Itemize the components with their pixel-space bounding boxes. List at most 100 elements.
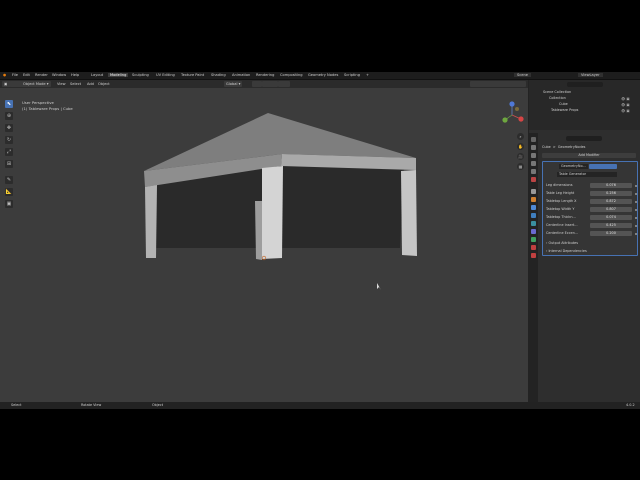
param-label-3: Tabletop Width Y: [546, 207, 575, 211]
param-field-3[interactable]: 0.807: [590, 207, 632, 212]
outliner-collection[interactable]: Collection: [549, 96, 566, 101]
param-field-0[interactable]: 0.076: [590, 183, 632, 188]
properties-editor: Cube > GeometryNodes Add Modifier Geomet…: [540, 133, 638, 402]
mode-label: Object Mode: [23, 82, 46, 86]
modifier-name[interactable]: GeometryNo...: [559, 164, 588, 169]
view-layer-tab-icon[interactable]: [531, 161, 536, 166]
node-group-name: Table Generator: [559, 172, 587, 176]
tab-shading[interactable]: Shading: [211, 73, 226, 77]
param-label-5: Centerline Insert...: [546, 223, 578, 227]
tab-animation[interactable]: Animation: [232, 73, 250, 77]
outliner-cube[interactable]: Cube: [559, 102, 568, 107]
tab-uv-editing[interactable]: UV Editing: [156, 73, 175, 77]
data-tab-icon[interactable]: [531, 237, 536, 242]
proportional-edit-button[interactable]: [278, 81, 290, 87]
leg-front-left: [145, 185, 157, 258]
3d-viewport[interactable]: User Perspective (1) Tableware Props | C…: [0, 88, 528, 402]
param-field-6[interactable]: 0.200: [590, 231, 632, 236]
param-field-1[interactable]: 0.256: [590, 191, 632, 196]
tab-modeling[interactable]: Modeling: [108, 73, 129, 77]
param-keyframe-4[interactable]: [635, 216, 637, 219]
render-tab-icon[interactable]: [531, 145, 536, 150]
leg-right: [401, 170, 417, 256]
param-keyframe-1[interactable]: [635, 192, 637, 195]
leg-front-center: [262, 166, 283, 259]
scene-selector[interactable]: Scene: [514, 73, 531, 77]
outliner[interactable]: Scene Collection Collection Cube Tablewa…: [529, 80, 640, 130]
top-bar: ● File Edit Render Window Help Layout Mo…: [0, 72, 640, 80]
param-field-5[interactable]: 0.425: [590, 223, 632, 228]
table-model[interactable]: [0, 88, 528, 402]
status-rotate-view: Rotate View: [81, 403, 102, 407]
scene-tab-icon[interactable]: [531, 169, 536, 174]
menu-object[interactable]: Object: [98, 81, 110, 87]
param-field-4[interactable]: 0.074: [590, 215, 632, 220]
node-group-selector[interactable]: Table Generator: [557, 172, 617, 177]
blender-logo-icon[interactable]: ●: [3, 73, 6, 77]
param-label-0: Leg dimensions: [546, 183, 573, 187]
menu-render[interactable]: Render: [35, 73, 48, 77]
orientation-label: Global: [226, 82, 238, 86]
tab-compositing[interactable]: Compositing: [280, 73, 303, 77]
right-panels: Scene Collection Collection Cube Tablewa…: [529, 80, 640, 402]
tab-rendering[interactable]: Rendering: [256, 73, 274, 77]
eye-icon[interactable]: 👁 ▣ 👁 ▣ 👁 ▣: [621, 96, 635, 114]
param-field-2[interactable]: 0.872: [590, 199, 632, 204]
section-output-attributes[interactable]: › Output Attributes: [546, 241, 578, 246]
view-layer-selector[interactable]: ViewLayer: [578, 73, 603, 77]
breadcrumb: Cube > GeometryNodes: [542, 145, 586, 149]
constraints-tab-icon[interactable]: [531, 229, 536, 234]
object-tab-icon[interactable]: [531, 197, 536, 202]
param-keyframe-3[interactable]: [635, 208, 637, 211]
menu-help[interactable]: Help: [71, 73, 79, 77]
tab-layout[interactable]: Layout: [91, 73, 103, 77]
param-label-6: Centerline Eccen...: [546, 231, 578, 235]
modifier-toggle-icons[interactable]: [589, 164, 617, 169]
menu-view[interactable]: View: [57, 81, 66, 87]
outliner-tableware-props[interactable]: Tableware Props: [551, 108, 578, 113]
texture-tab-icon[interactable]: [531, 253, 536, 258]
outliner-search-input[interactable]: [567, 82, 603, 87]
tab-scripting[interactable]: Scripting: [344, 73, 360, 77]
particles-tab-icon[interactable]: [531, 213, 536, 218]
material-tab-icon[interactable]: [531, 245, 536, 250]
menu-file[interactable]: File: [12, 73, 18, 77]
tool-tab-icon[interactable]: [531, 137, 536, 142]
blender-window: ● File Edit Render Window Help Layout Mo…: [0, 72, 640, 409]
menu-edit[interactable]: Edit: [23, 73, 30, 77]
properties-tabs: [529, 133, 538, 402]
leg-front-center-side: [255, 201, 262, 260]
tab-sculpting[interactable]: Sculpting: [132, 73, 149, 77]
menu-window[interactable]: Window: [52, 73, 66, 77]
snap-button[interactable]: [262, 81, 278, 87]
mode-dropdown[interactable]: Object Mode ▾: [21, 81, 51, 87]
param-keyframe-0[interactable]: [635, 184, 637, 187]
param-keyframe-6[interactable]: [635, 232, 637, 235]
menu-select[interactable]: Select: [70, 81, 81, 87]
orientation-dropdown[interactable]: Global ▾: [224, 81, 243, 87]
pivot-button[interactable]: [252, 81, 262, 87]
add-modifier-label: Add Modifier: [578, 153, 600, 157]
status-select: Select: [11, 403, 22, 407]
physics-tab-icon[interactable]: [531, 221, 536, 226]
blender-version: 4.0.2: [626, 403, 635, 407]
tab-texture-paint[interactable]: Texture Paint: [181, 73, 204, 77]
tab-geometry-nodes[interactable]: Geometry Nodes: [308, 73, 338, 77]
add-modifier-button[interactable]: Add Modifier: [542, 153, 636, 158]
param-keyframe-5[interactable]: [635, 224, 637, 227]
add-workspace-button[interactable]: +: [366, 73, 369, 77]
modifier-tab-icon[interactable]: [531, 205, 536, 210]
param-label-1: Table Leg Height: [546, 191, 575, 195]
outliner-scene-collection[interactable]: Scene Collection: [543, 90, 571, 95]
status-object: Object: [152, 403, 164, 407]
mouse-cursor-icon: [377, 283, 381, 290]
world-tab-icon[interactable]: [531, 177, 536, 182]
output-tab-icon[interactable]: [531, 153, 536, 158]
menu-add[interactable]: Add: [87, 81, 94, 87]
section-internal-dependencies[interactable]: › Internal Dependencies: [546, 249, 587, 254]
section-output-attributes-label: Output Attributes: [548, 241, 579, 245]
param-keyframe-2[interactable]: [635, 200, 637, 203]
collection-tab-icon[interactable]: [531, 189, 536, 194]
viewport-shading-buttons[interactable]: [470, 81, 526, 87]
properties-search-input[interactable]: [566, 136, 602, 141]
